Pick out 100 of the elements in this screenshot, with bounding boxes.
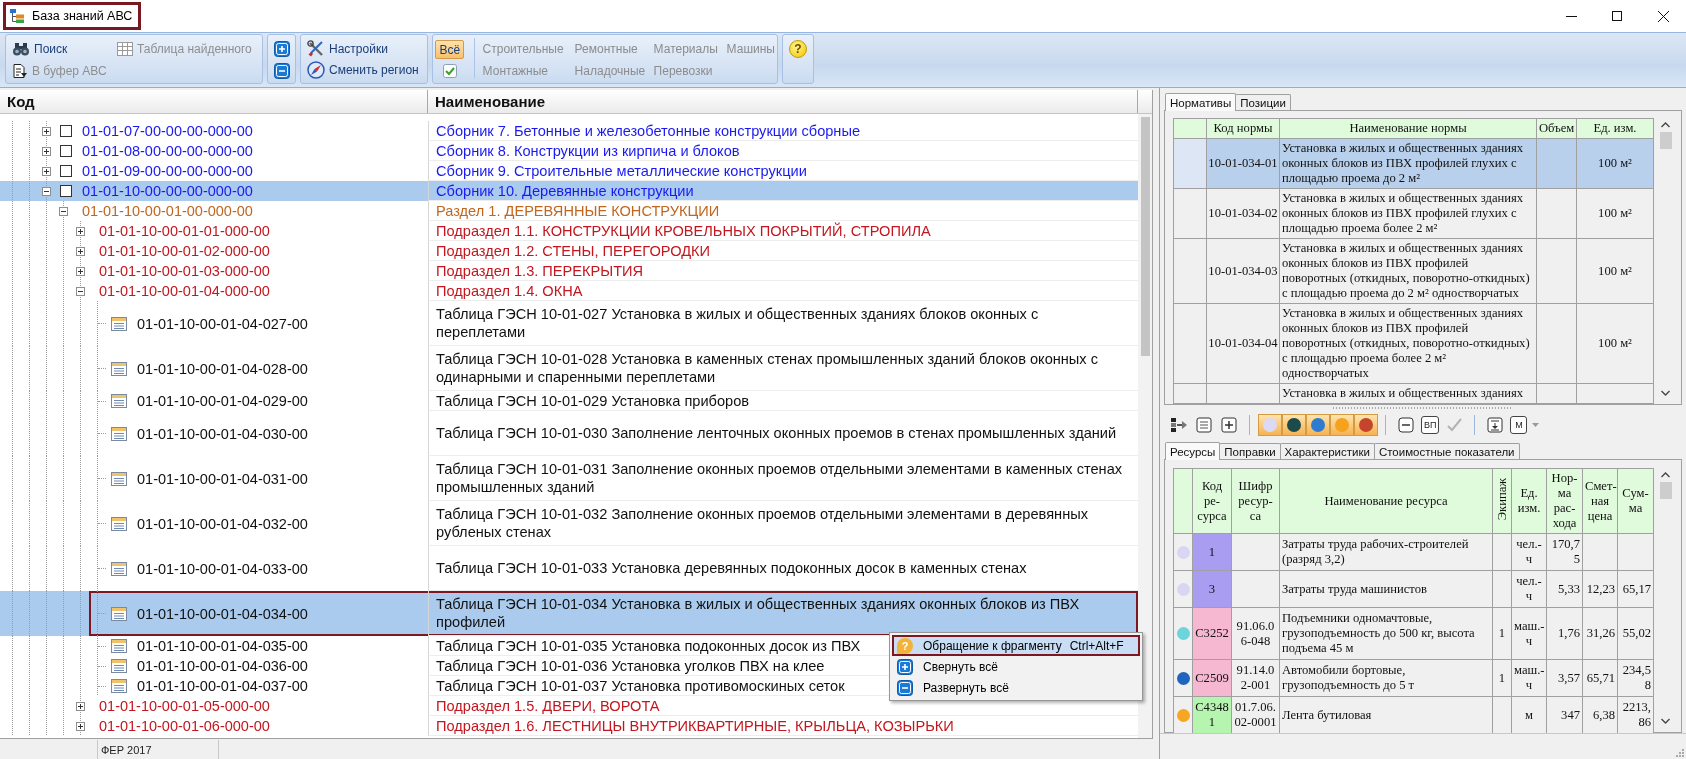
compass-icon [307, 60, 325, 79]
scrollbar[interactable] [1138, 114, 1152, 738]
color-filter-button[interactable] [1281, 414, 1306, 436]
table-cell: 12,23 [1582, 570, 1618, 608]
menu-item[interactable]: Свернуть всё [892, 656, 1140, 677]
item-name: Подраздел 1.6. ЛЕСТНИЦЫ ВНУТРИКВАРТИРНЫЕ, КРЫЛЬЦА, КОЗЫРЬКИ [436, 716, 954, 735]
collapse-toggle[interactable] [42, 186, 51, 196]
collapse-toggle[interactable] [59, 206, 68, 216]
tree-row[interactable]: 01-01-10-00-01-04-028-00 Таблица ГЭСН 10-01-028 Установка в каменных стенах промышленных зданий блоков оконных с одинарными и спаренными переплетами [0, 346, 1138, 391]
table-cell: 10-01-034-04 [1208, 336, 1278, 350]
item-code: 01-01-10-00-01-04-032-00 [137, 515, 308, 532]
column-header[interactable]: Сум-ма [1617, 468, 1654, 534]
letter-button[interactable]: М [1510, 416, 1528, 434]
arrow-down-button[interactable] [1485, 415, 1506, 435]
column-header[interactable]: Нор-ма рас-хода [1546, 468, 1583, 534]
scrollbar-thumb[interactable] [1659, 482, 1672, 499]
help-button[interactable]: ? [789, 40, 807, 58]
column-header[interactable]: Смет-ная цена [1582, 468, 1618, 534]
item-name: Таблица ГЭСН 10-01-034 Установка в жилых и общественных зданиях оконных блоков из ПВХ профилей [436, 595, 1081, 631]
item-code: 01-01-10-00-01-04-000-00 [99, 283, 270, 299]
check-button[interactable] [442, 64, 457, 78]
tree-row[interactable]: 01-01-10-00-01-04-033-00 Таблица ГЭСН 10-01-033 Установка деревянных подоконных досок в каменных стенах [0, 546, 1138, 591]
tree-row[interactable]: 01-01-10-00-01-04-000-00 Подраздел 1.4. ОКНА [0, 281, 1138, 301]
table-cell: 170,75 [1546, 533, 1583, 571]
scroll-down-icon[interactable] [1661, 390, 1670, 396]
expand-toggle[interactable] [76, 721, 85, 731]
scrollbar-thumb[interactable] [1659, 132, 1672, 149]
table-icon [111, 679, 127, 693]
tree-row[interactable]: 01-01-10-00-01-02-000-00 Подраздел 1.2. СТЕНЫ, ПЕРЕГОРОДКИ [0, 241, 1138, 261]
minus-box-button[interactable] [1396, 415, 1416, 435]
tree-row[interactable]: 01-01-10-00-01-04-027-00 Таблица ГЭСН 10-01-027 Установка в жилых и общественных зданиях блоков оконных с переплетами [0, 301, 1138, 346]
column-header[interactable]: Код нормы [1206, 118, 1280, 139]
column-header[interactable]: Наименование [428, 90, 1138, 113]
menu-item[interactable]: Развернуть всё [892, 677, 1140, 698]
letter-button[interactable]: ВП [1421, 416, 1440, 434]
item-name: Раздел 1. ДЕРЕВЯННЫЕ КОНСТРУКЦИИ [436, 201, 720, 220]
color-filter-button[interactable] [1329, 414, 1354, 436]
plus-button[interactable] [273, 41, 290, 57]
checkbox[interactable] [60, 165, 72, 177]
minus-button[interactable] [273, 63, 290, 79]
tree-row[interactable]: 01-01-10-00-01-04-034-00 Таблица ГЭСН 10-01-034 Установка в жилых и общественных зданиях оконных блоков из ПВХ профилей [0, 591, 1138, 636]
column-header[interactable]: Ед. изм. [1576, 118, 1654, 139]
arrow-button[interactable] [1169, 415, 1189, 435]
item-name: Таблица ГЭСН 10-01-033 Установка деревянных подоконных досок в каменных стенах [436, 559, 1027, 577]
item-code: 01-01-10-00-01-06-000-00 [99, 718, 270, 734]
checkbox[interactable] [60, 125, 72, 137]
tab[interactable]: Ресурсы [1165, 442, 1221, 460]
lines-button[interactable] [1194, 415, 1214, 435]
column-header[interactable]: Шифр ресур-са [1231, 468, 1280, 534]
item-name: Сборник 9. Строительные металлические конструкции [436, 161, 807, 180]
collapse-toggle[interactable] [76, 286, 85, 296]
all-filter-button[interactable]: Всё [435, 40, 465, 59]
column-header[interactable]: Наименование ресурса [1279, 468, 1493, 534]
tree-row[interactable]: 01-01-08-00-00-00-000-00 Сборник 8. Конструкции из кирпича и блоков [0, 141, 1138, 161]
color-filter-button[interactable] [1257, 414, 1282, 436]
expand-toggle[interactable] [76, 226, 85, 236]
column-header[interactable]: Код ре-сурса [1192, 468, 1232, 534]
color-filter-button[interactable] [1353, 414, 1378, 436]
tree-row[interactable]: 01-01-10-00-01-06-000-00 Подраздел 1.6. ЛЕСТНИЦЫ ВНУТРИКВАРТИРНЫЕ, КРЫЛЬЦА, КОЗЫРЬКИ [0, 716, 1138, 736]
tab[interactable]: Позиции [1235, 94, 1291, 110]
scroll-up-icon[interactable] [1661, 472, 1670, 478]
expand-toggle[interactable] [76, 266, 85, 276]
tree-row[interactable]: 01-01-10-00-01-04-032-00 Таблица ГЭСН 10-01-032 Заполнение оконных проемов отдельными элементами в деревянных рубленых стенах [0, 501, 1138, 546]
change-region-button[interactable]: Сменить регион [307, 59, 421, 80]
checkbox[interactable] [60, 185, 72, 197]
menu-item[interactable]: ? Обращение к фрагменту Ctrl+Alt+F [892, 635, 1140, 656]
scrollbar-thumb[interactable] [1141, 117, 1150, 356]
column-header[interactable]: Код [0, 90, 428, 113]
item-name: Таблица ГЭСН 10-01-027 Установка в жилых и общественных зданиях блоков оконных с переплетами [436, 305, 1040, 341]
color-filter-button[interactable] [1305, 414, 1330, 436]
tree-row[interactable]: 01-01-10-00-01-03-000-00 Подраздел 1.3. ПЕРЕКРЫТИЯ [0, 261, 1138, 281]
tree-row[interactable]: 01-01-10-00-01-01-000-00 Подраздел 1.1. КОНСТРУКЦИИ КРОВЕЛЬНЫХ ПОКРЫТИЙ, СТРОПИЛА [0, 221, 1138, 241]
resize-grip-icon[interactable] [1674, 747, 1684, 757]
scroll-up-icon[interactable] [1661, 122, 1670, 128]
table-cell: 3,57 [1546, 659, 1583, 697]
tree-row[interactable]: 01-01-10-00-01-04-029-00 Таблица ГЭСН 10-01-029 Установка приборов [0, 391, 1138, 411]
search-button[interactable]: Поиск [12, 38, 117, 60]
expand-toggle[interactable] [76, 701, 85, 711]
column-header[interactable]: Наименование нормы [1279, 118, 1537, 139]
tree-row[interactable]: 01-01-07-00-00-00-000-00 Сборник 7. Бетонные и железобетонные конструкции сборные [0, 121, 1138, 141]
tree-row[interactable]: 01-01-10-00-01-04-031-00 Таблица ГЭСН 10-01-031 Заполнение оконных проемов отдельными элементами в каменных стенах промышленных зданий [0, 456, 1138, 501]
tab[interactable]: Нормативы [1165, 93, 1237, 111]
expand-toggle[interactable] [42, 126, 51, 136]
column-header[interactable]: Объем [1536, 118, 1577, 139]
tree-row[interactable]: 01-01-10-00-01-00-000-00 Раздел 1. ДЕРЕВЯННЫЕ КОНСТРУКЦИИ [0, 201, 1138, 221]
column-header[interactable]: Ед. изм. [1511, 468, 1547, 534]
settings-button[interactable]: Настройки [307, 38, 421, 59]
tree-row[interactable]: 01-01-10-00-01-04-030-00 Таблица ГЭСН 10-01-030 Заполнение ленточных оконных проемов в стенах промышленных зданий [0, 411, 1138, 456]
expand-toggle[interactable] [76, 246, 85, 256]
expand-toggle[interactable] [42, 166, 51, 176]
checkbox[interactable] [60, 145, 72, 157]
item-code: 01-01-10-00-01-04-037-00 [137, 678, 308, 694]
tree-row[interactable]: 01-01-10-00-00-00-000-00 Сборник 10. Деревянные конструкции [0, 181, 1138, 201]
tab[interactable]: Стоимостные показатели [1373, 443, 1520, 459]
expand-toggle[interactable] [42, 146, 51, 156]
scroll-down-icon[interactable] [1661, 718, 1670, 724]
plus-box-button[interactable] [1219, 415, 1239, 435]
tab[interactable]: Поправки [1219, 443, 1281, 459]
tab[interactable]: Характеристики [1279, 443, 1375, 459]
tools-icon [307, 40, 325, 57]
